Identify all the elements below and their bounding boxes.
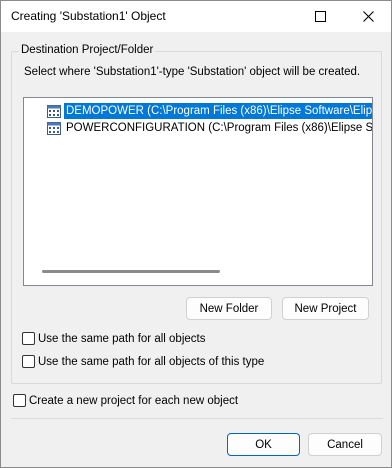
title-bar: Creating 'Substation1' Object <box>1 1 391 32</box>
close-icon <box>362 11 374 22</box>
tree-item-powerconfiguration[interactable]: POWERCONFIGURATION (C:\Program Files (x8… <box>46 120 373 136</box>
maximize-icon <box>314 11 326 22</box>
close-button[interactable] <box>345 1 391 32</box>
same-path-type-checkbox[interactable] <box>22 355 35 368</box>
same-path-all-label: Use the same path for all objects <box>38 332 206 345</box>
same-path-type-label: Use the same path for all objects of thi… <box>38 355 265 368</box>
same-path-all-checkbox[interactable] <box>22 332 35 345</box>
horizontal-scrollbar-thumb[interactable] <box>42 270 220 273</box>
window-title: Creating 'Substation1' Object <box>11 9 166 23</box>
tree-item-label: POWERCONFIGURATION (C:\Program Files (x8… <box>66 122 373 134</box>
destination-tree[interactable]: DEMOPOWER (C:\Program Files (x86)\Elipse… <box>23 97 373 286</box>
new-project-each-label: Create a new project for each new object <box>29 394 239 407</box>
new-project-each-checkbox[interactable] <box>13 394 26 407</box>
cancel-button[interactable]: Cancel <box>308 433 382 456</box>
maximize-button[interactable] <box>297 1 343 32</box>
tree-item-demopower[interactable]: DEMOPOWER (C:\Program Files (x86)\Elipse… <box>46 103 372 119</box>
create-object-dialog: Creating 'Substation1' Object Destinatio… <box>0 0 392 468</box>
new-project-button[interactable]: New Project <box>282 297 369 320</box>
footer-separator <box>11 418 383 419</box>
destination-instruction: Select where 'Substation1'-type 'Substat… <box>24 66 361 78</box>
project-icon <box>47 105 61 118</box>
ok-button[interactable]: OK <box>227 433 300 456</box>
same-path-type-option[interactable]: Use the same path for all objects of thi… <box>22 355 264 368</box>
project-icon <box>47 122 61 135</box>
same-path-all-option[interactable]: Use the same path for all objects <box>22 332 205 345</box>
tree-item-label: DEMOPOWER (C:\Program Files (x86)\Elipse… <box>64 103 372 119</box>
destination-group-label: Destination Project/Folder <box>19 44 156 56</box>
new-folder-button[interactable]: New Folder <box>186 297 272 320</box>
new-project-each-option[interactable]: Create a new project for each new object <box>13 394 238 407</box>
